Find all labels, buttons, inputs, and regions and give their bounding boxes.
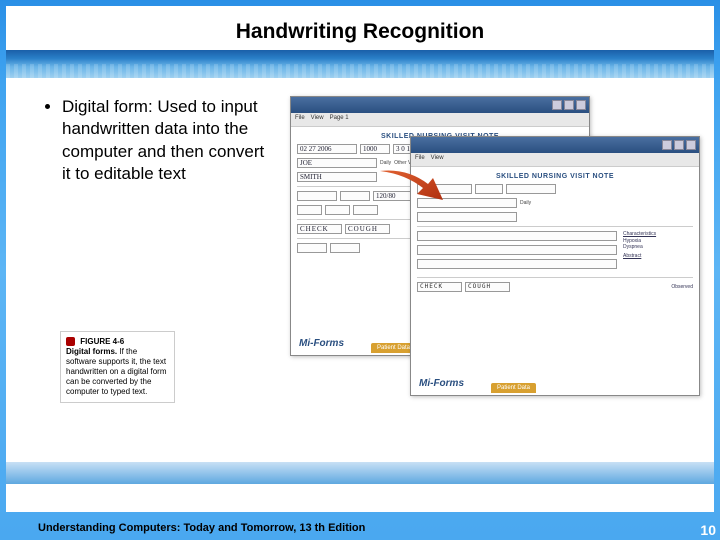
close-icon	[576, 100, 586, 110]
window-titlebar	[291, 97, 589, 113]
menu-view: View	[311, 115, 324, 124]
time-field: 1000	[360, 144, 390, 154]
side-opt: Dyspnea	[623, 244, 693, 251]
lastname-field: JOE	[297, 158, 377, 168]
slide-title: Handwriting Recognition	[6, 6, 714, 50]
side-heading: Abstract	[623, 253, 693, 260]
firstname-field: SMITH	[297, 172, 377, 182]
small-box	[297, 205, 322, 215]
name-field	[417, 212, 517, 222]
accent-band	[6, 50, 714, 78]
page-indicator: Page 1	[330, 115, 349, 124]
opt-box	[297, 243, 327, 253]
minimize-icon	[662, 140, 672, 150]
menu-file: File	[295, 115, 305, 124]
content-area: Digital form: Used to input handwritten …	[6, 78, 714, 456]
checkbox-daily: Daily	[520, 200, 531, 206]
menu-view: View	[431, 155, 444, 164]
conversion-arrow-icon	[375, 166, 445, 206]
page-number: 10	[700, 522, 716, 538]
conv-word2: COUGH	[465, 282, 510, 292]
time-field	[475, 184, 503, 194]
vital-box	[297, 191, 337, 201]
side-opt: Observed	[671, 284, 693, 290]
date-field: 02 27 2006	[297, 144, 357, 154]
slide: Handwriting Recognition Digital form: Us…	[6, 6, 714, 512]
mi-forms-logo: Mi-Forms	[299, 338, 344, 349]
figure-caption: FIGURE 4-6 Digital forms. If the softwar…	[60, 331, 175, 403]
footer-band	[6, 462, 714, 484]
small-box	[325, 205, 350, 215]
line-box	[417, 231, 617, 241]
vital-box	[340, 191, 370, 201]
window-titlebar	[411, 137, 699, 153]
toolbar: File View	[411, 153, 699, 167]
hand-word1: CHECK	[297, 224, 342, 234]
menu-file: File	[415, 155, 425, 164]
mi-forms-logo: Mi-Forms	[419, 378, 464, 389]
adobe-icon	[66, 337, 75, 346]
toolbar: File View Page 1	[291, 113, 589, 127]
opt-box	[330, 243, 360, 253]
form-window-converted: File View SKILLED NURSING VISIT NOTE Dai…	[410, 136, 700, 396]
form-body: SKILLED NURSING VISIT NOTE Daily	[411, 167, 699, 302]
maximize-icon	[674, 140, 684, 150]
figure-label: FIGURE 4-6	[80, 337, 124, 346]
minimize-icon	[552, 100, 562, 110]
patient-data-tab: Patient Data	[491, 383, 536, 393]
id-field	[506, 184, 556, 194]
form-heading: SKILLED NURSING VISIT NOTE	[417, 173, 693, 180]
line-box	[417, 259, 617, 269]
figure-column: File View Page 1 SKILLED NURSING VISIT N…	[290, 96, 692, 446]
footer-text: Understanding Computers: Today and Tomor…	[38, 522, 365, 534]
conv-word1: CHECK	[417, 282, 462, 292]
bullet-item: Digital form: Used to input handwritten …	[62, 96, 276, 186]
figure-title: Digital forms.	[66, 347, 117, 356]
hand-word2: COUGH	[345, 224, 390, 234]
small-box	[353, 205, 378, 215]
maximize-icon	[564, 100, 574, 110]
line-box	[417, 245, 617, 255]
close-icon	[686, 140, 696, 150]
